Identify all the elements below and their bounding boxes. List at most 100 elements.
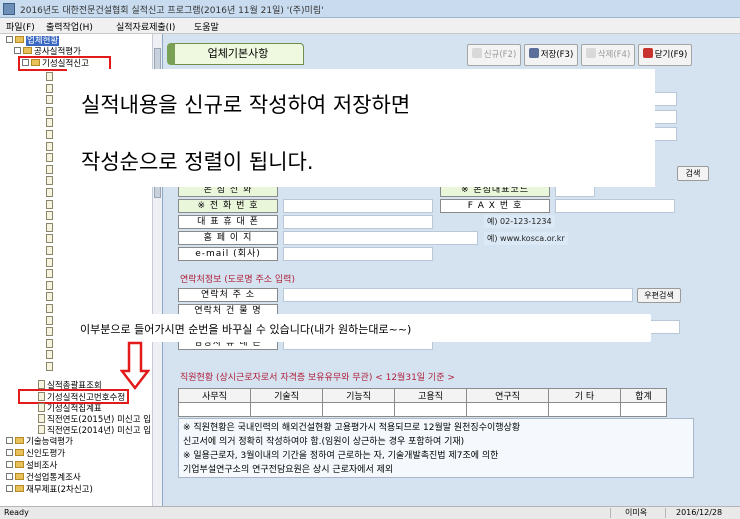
- tree-document-entry[interactable]: [46, 362, 55, 374]
- folder-icon: [23, 47, 32, 54]
- staff-research-input[interactable]: [466, 402, 549, 417]
- staff-input-row: [178, 402, 667, 417]
- contact-extra-input[interactable]: [650, 320, 680, 334]
- tree-document-entry[interactable]: [46, 130, 55, 142]
- contact-address-input[interactable]: [283, 288, 633, 302]
- tree-node-equipment[interactable]: 설비조사: [6, 460, 57, 472]
- menu-print[interactable]: 출력작업(H): [46, 20, 93, 33]
- tree-document-entry[interactable]: [46, 141, 55, 154]
- expand-toggle-icon[interactable]: [6, 36, 13, 43]
- contact-section-title: 연락처정보 (도로명 주소 입력): [180, 275, 295, 285]
- tree-document-entry[interactable]: [46, 269, 55, 281]
- menu-file[interactable]: 파일(F): [6, 20, 35, 33]
- tree-document-entry[interactable]: [46, 199, 55, 212]
- app-window: 2016년도 대한전문건설협회 실적신고 프로그램(2016년 11월 21일)…: [0, 0, 740, 519]
- note-line: 신고서에 의거 정확히 작성하여야 함.(임원이 상근하는 경우 포함하여 기재…: [183, 437, 465, 447]
- document-icon: [46, 327, 53, 337]
- folder-icon: [15, 461, 24, 468]
- staff-skill-input[interactable]: [322, 402, 395, 417]
- note-line: 기업부설연구소의 연구전담요원은 상시 근로자에서 제외: [183, 465, 394, 475]
- status-separator: [665, 508, 666, 518]
- col-skill: 기능직: [322, 388, 395, 403]
- tree-document-entry[interactable]: [46, 95, 55, 107]
- collapse-toggle-icon[interactable]: [14, 47, 21, 54]
- down-arrow-icon: [120, 341, 150, 391]
- fax-input[interactable]: [555, 199, 675, 213]
- phone-input[interactable]: [283, 199, 433, 213]
- document-icon: [38, 380, 45, 389]
- tree-node-tech[interactable]: 기술능력평가: [6, 436, 73, 448]
- document-icon: [46, 118, 53, 128]
- tree-document-entry[interactable]: [46, 211, 55, 223]
- folder-icon: [15, 485, 24, 492]
- tree-document-entry[interactable]: [46, 292, 55, 304]
- col-total: 합계: [620, 388, 667, 403]
- status-user: 이미옥: [625, 508, 648, 517]
- status-date: 2016/12/28: [676, 508, 723, 517]
- instruction-line-1: 실적내용을 신규로 작성하여 저장하면: [81, 93, 411, 117]
- homepage-label: 홈 페 이 지: [178, 231, 278, 245]
- delete-button[interactable]: 삭제(F4): [581, 44, 635, 66]
- close-button[interactable]: 닫기(F9): [638, 44, 692, 66]
- instruction-line-2: 작성순으로 정렬이 됩니다.: [81, 150, 314, 174]
- document-icon: [46, 246, 53, 255]
- menu-help[interactable]: 도움말: [194, 20, 219, 33]
- tree-document-entry[interactable]: [46, 280, 55, 293]
- staff-tech-input[interactable]: [250, 402, 323, 417]
- tree-document-entry[interactable]: [46, 83, 55, 96]
- new-button[interactable]: 신규(F2): [467, 44, 521, 66]
- document-icon: [46, 176, 53, 186]
- expand-toggle-icon[interactable]: [6, 485, 13, 492]
- phone-label: ※ 전 화 번 호: [178, 199, 278, 213]
- tree-document-entry[interactable]: [46, 222, 55, 235]
- tree-document-entry[interactable]: [46, 350, 55, 362]
- tree-document-entry[interactable]: [46, 257, 55, 270]
- document-icon: [46, 315, 53, 325]
- email-input[interactable]: [283, 247, 433, 261]
- tree-document-entry[interactable]: [46, 246, 55, 258]
- ceo-mobile-input[interactable]: [283, 215, 433, 229]
- document-icon: [46, 141, 53, 151]
- folder-icon: [15, 473, 24, 480]
- tree-document-entry[interactable]: [46, 153, 55, 165]
- tree-document-entry[interactable]: [46, 106, 55, 119]
- expand-toggle-icon[interactable]: [6, 437, 13, 444]
- search-button[interactable]: 검색: [677, 166, 709, 181]
- instruction-overlay: 실적내용을 신규로 작성하여 저장하면 작성순으로 정렬이 됩니다.: [67, 69, 655, 187]
- homepage-input[interactable]: [283, 231, 478, 245]
- col-tech: 기술직: [250, 388, 323, 403]
- document-icon: [38, 403, 45, 412]
- tab-company-basic[interactable]: 업체기본사항: [167, 43, 304, 65]
- phone-example: 예) 02-123-1234: [484, 215, 555, 228]
- tree-document-entry[interactable]: [46, 234, 55, 246]
- col-other: 기 타: [548, 388, 621, 403]
- tree-document-entry[interactable]: [46, 118, 55, 130]
- save-button[interactable]: 저장(F3): [524, 44, 578, 66]
- note-line: ※ 직원현황은 국내인력의 해외건설현황 고용평가시 적용되므로 12월말 원천…: [183, 423, 521, 433]
- tree-document-entry[interactable]: [46, 176, 55, 188]
- tree-document-entry[interactable]: [46, 304, 55, 316]
- tree-document-entry[interactable]: [46, 315, 55, 328]
- tree-document-entry[interactable]: [46, 188, 55, 200]
- staff-employ-input[interactable]: [394, 402, 467, 417]
- tree-document-entry[interactable]: [46, 72, 55, 84]
- tree-node-finance[interactable]: 재무제표(2차신고): [6, 484, 93, 496]
- staff-office-input[interactable]: [178, 402, 251, 417]
- tree-node-credit[interactable]: 신인도평가: [6, 448, 65, 460]
- document-icon: [46, 130, 53, 139]
- homepage-example: 예) www.kosca.or.kr: [484, 232, 568, 245]
- document-icon: [46, 106, 53, 116]
- tree-document-entry[interactable]: [46, 327, 55, 339]
- tree-document-entry[interactable]: [46, 338, 55, 351]
- expand-toggle-icon[interactable]: [6, 473, 13, 480]
- zip-search-button[interactable]: 우편검색: [637, 288, 681, 303]
- menu-submit[interactable]: 실적자료제출(I): [116, 20, 175, 33]
- document-icon: [46, 280, 53, 290]
- document-icon: [46, 292, 53, 302]
- expand-toggle-icon[interactable]: [6, 449, 13, 456]
- expand-toggle-icon[interactable]: [6, 461, 13, 468]
- tree-node-stats[interactable]: 건설업통계조사: [6, 472, 81, 484]
- staff-other-input[interactable]: [548, 402, 621, 417]
- folder-icon: [15, 437, 24, 444]
- tree-document-entry[interactable]: [46, 164, 55, 177]
